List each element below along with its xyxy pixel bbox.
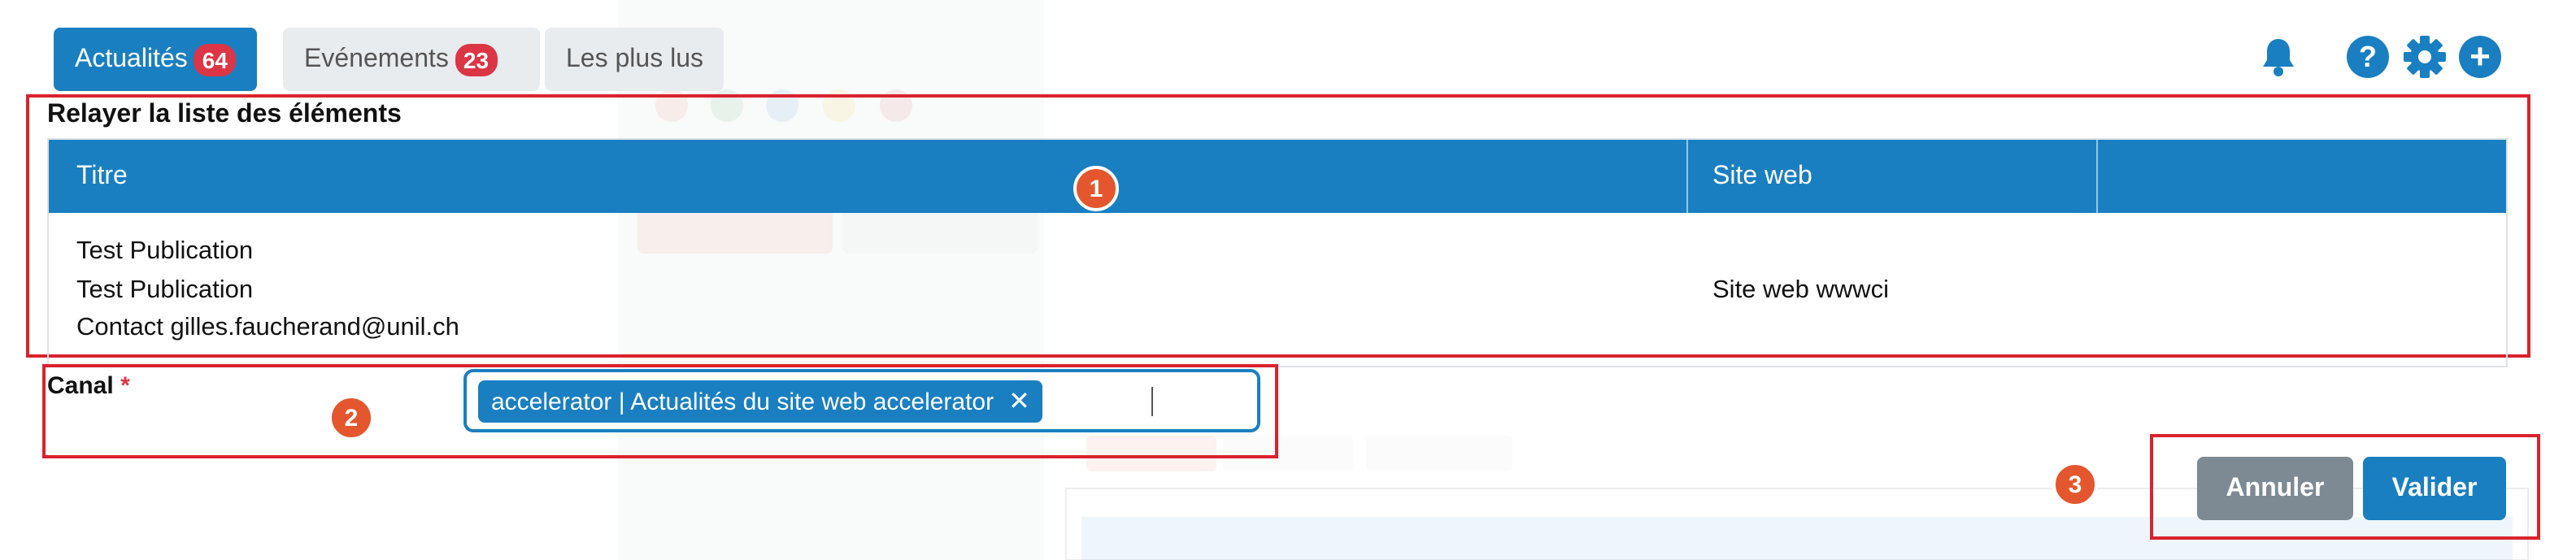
background-ghost-tab xyxy=(1366,436,1512,471)
tab-les-plus-lus[interactable]: Les plus lus xyxy=(545,28,724,91)
tab-actualites[interactable]: Actualités 64 xyxy=(54,28,257,91)
row-title-line: Test Publication xyxy=(76,276,254,304)
canal-label: Canal * xyxy=(47,372,130,400)
table-header: Titre Site web xyxy=(49,140,2506,213)
help-icon[interactable]: ? xyxy=(2345,34,2391,80)
add-icon[interactable]: + xyxy=(2457,34,2503,80)
column-divider xyxy=(2096,140,2098,213)
relay-table: Titre Site web Test Publication Test Pub… xyxy=(47,138,2508,367)
chip-label: accelerator | Actualités du site web acc… xyxy=(491,388,994,415)
tab-label: Evénements xyxy=(304,45,449,72)
page-root: Actualités 64 Evénements 23 Les plus lus… xyxy=(0,0,2576,560)
submit-button[interactable]: Valider xyxy=(2363,457,2506,520)
tab-label: Les plus lus xyxy=(566,45,703,72)
add-icon-glyph: + xyxy=(2459,36,2501,78)
column-header-titre[interactable]: Titre xyxy=(76,140,128,213)
callout-marker-2: 2 xyxy=(329,395,374,441)
callout-marker-3: 3 xyxy=(2052,462,2098,507)
row-contact-line: Contact gilles.faucherand@unil.ch xyxy=(76,314,459,341)
bell-icon-graphic xyxy=(2263,39,2294,76)
text-cursor xyxy=(1151,387,1153,416)
count-badge: 23 xyxy=(455,43,498,76)
gear-icon[interactable] xyxy=(2402,34,2448,80)
row-title-line: Test Publication xyxy=(76,237,254,265)
tab-label: Actualités xyxy=(75,45,188,72)
gear-icon-graphic xyxy=(2404,36,2446,78)
cancel-button[interactable]: Annuler xyxy=(2197,457,2353,520)
remove-chip-icon[interactable]: ✕ xyxy=(1008,385,1030,418)
row-site-web: Site web wwwci xyxy=(1712,276,1890,304)
callout-marker-1: 1 xyxy=(1073,166,1119,211)
required-marker: * xyxy=(120,372,130,400)
canal-label-text: Canal xyxy=(47,372,114,400)
bell-icon[interactable] xyxy=(2256,34,2301,80)
column-divider xyxy=(1686,140,1688,213)
section-title: Relayer la liste des éléments xyxy=(47,101,402,128)
count-badge: 64 xyxy=(194,43,236,76)
help-icon-glyph: ? xyxy=(2347,36,2389,78)
selected-channel-chip: accelerator | Actualités du site web acc… xyxy=(478,380,1043,423)
tab-evenements[interactable]: Evénements 23 xyxy=(283,28,540,91)
column-header-site-web[interactable]: Site web xyxy=(1712,140,1812,213)
canal-select[interactable]: accelerator | Actualités du site web acc… xyxy=(463,369,1260,432)
